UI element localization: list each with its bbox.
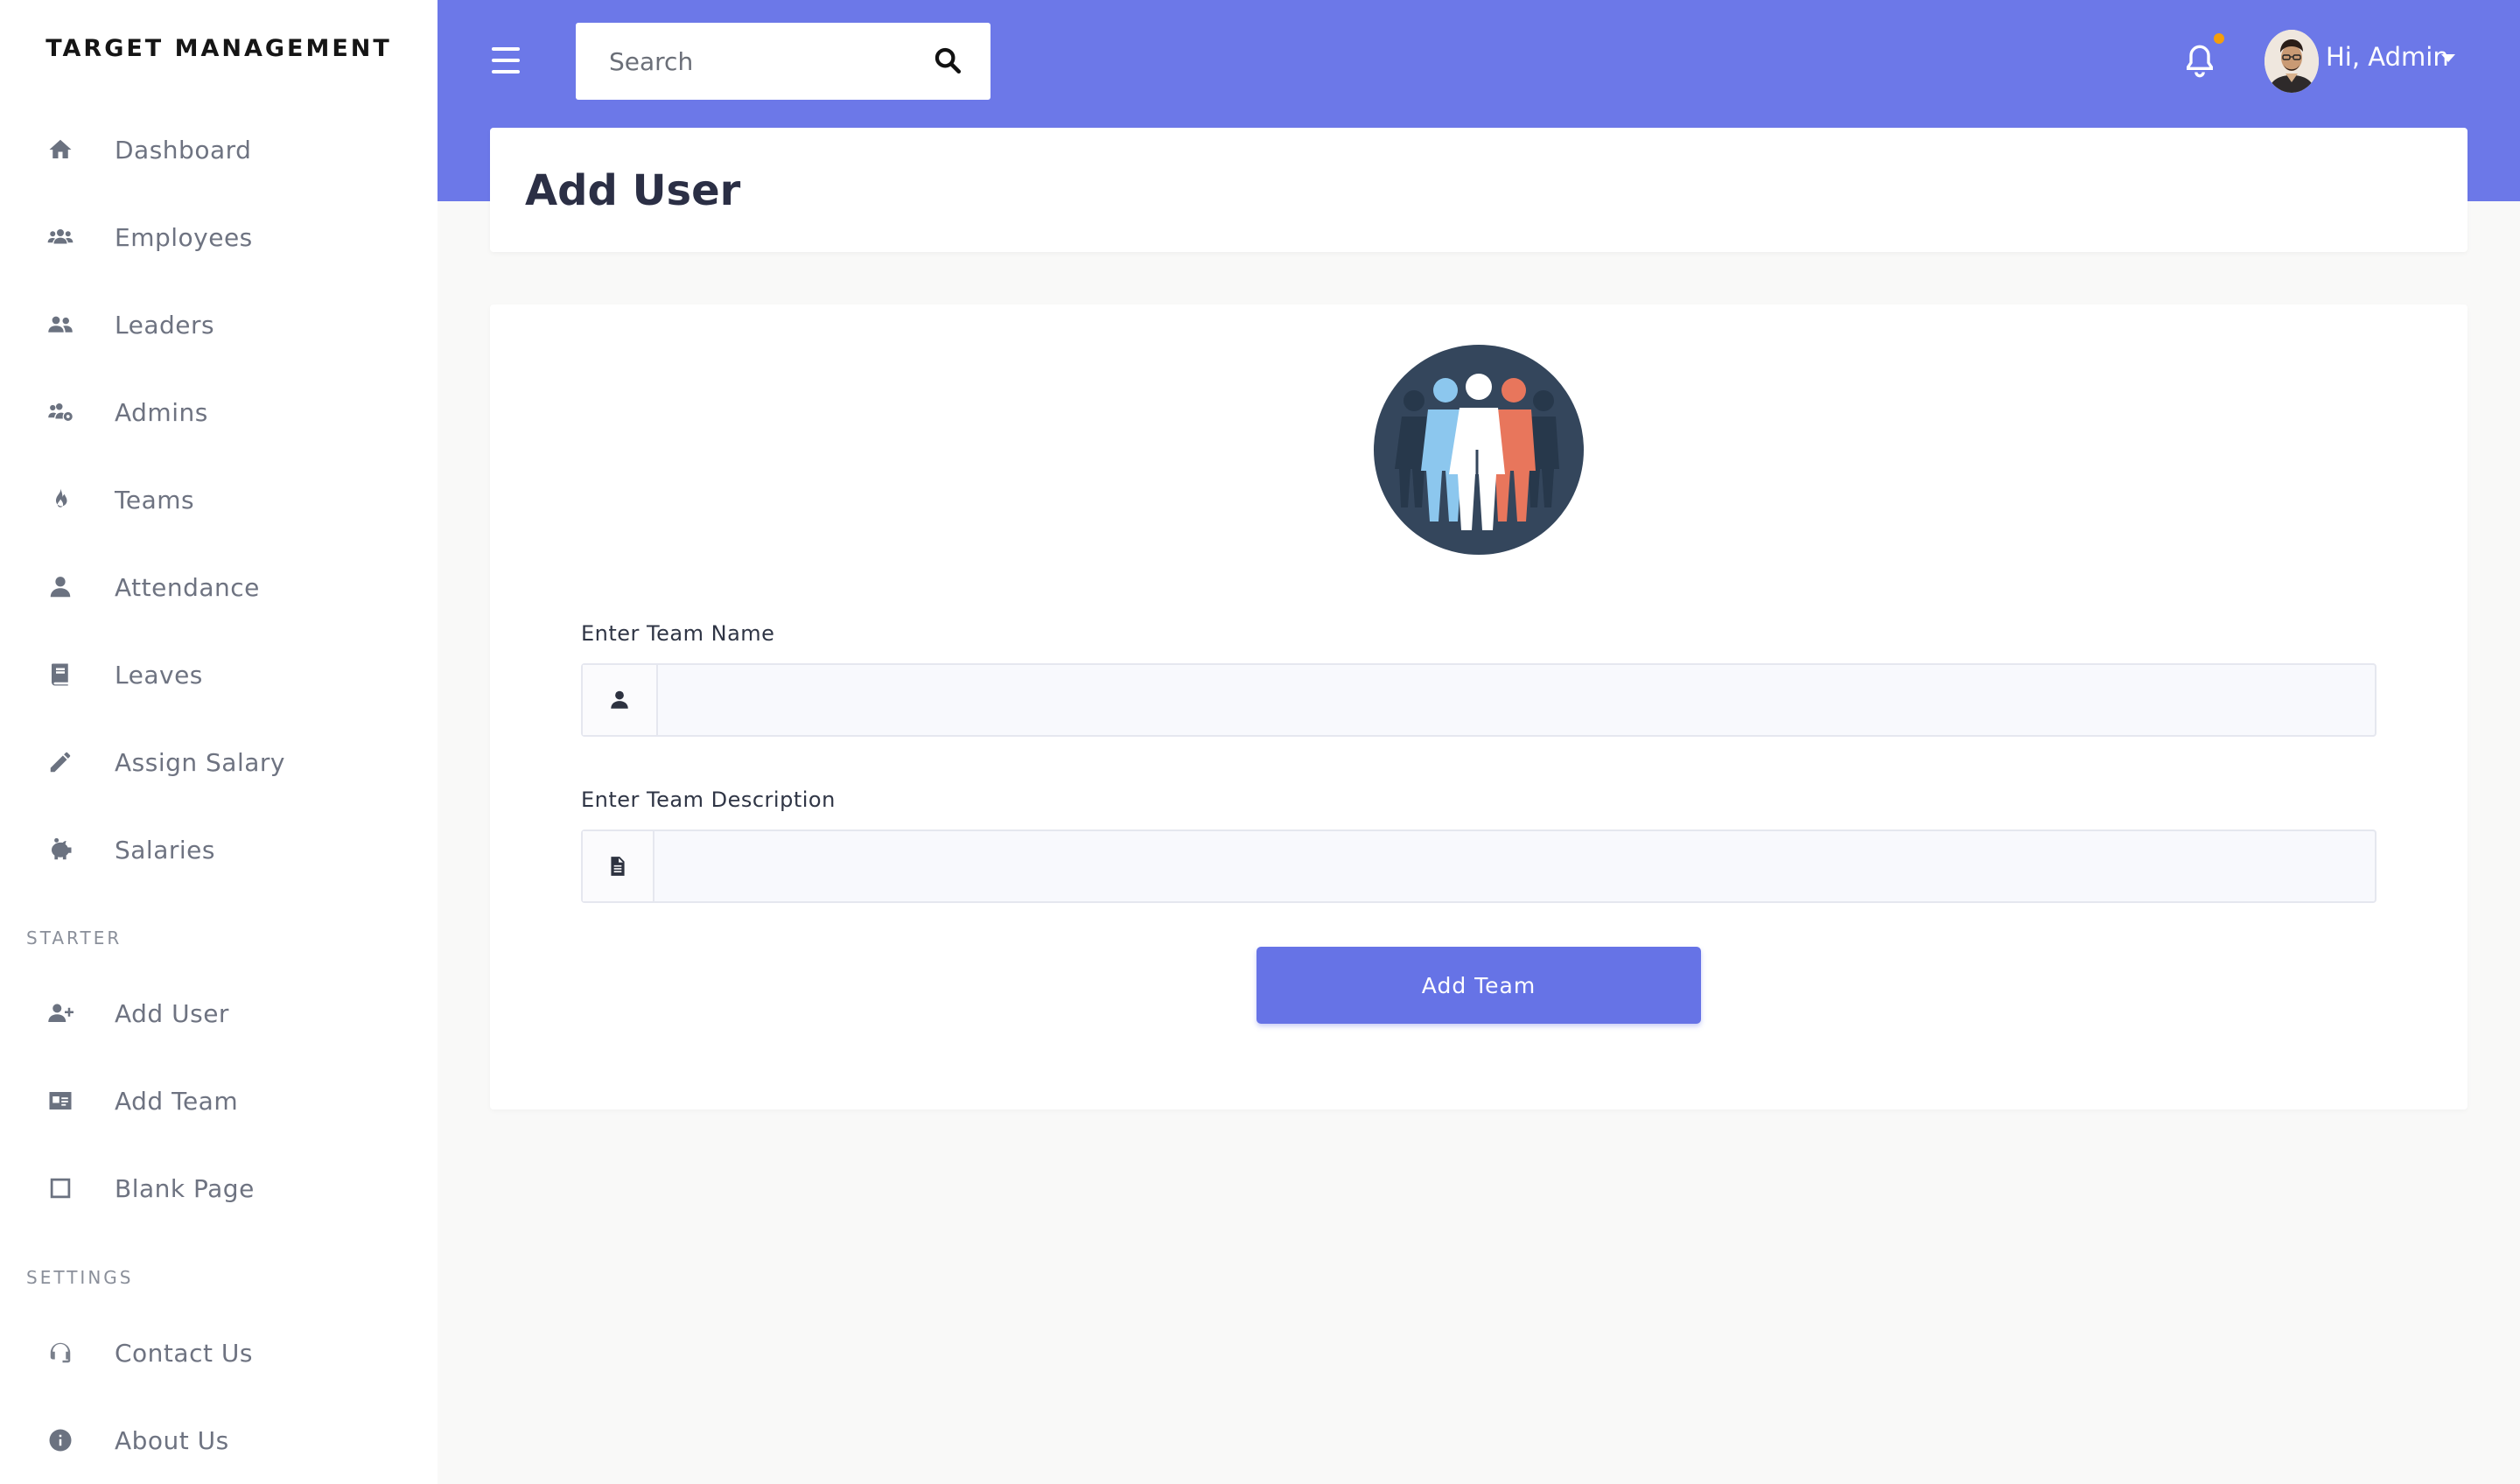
user-icon bbox=[46, 572, 75, 602]
sidebar: TARGET MANAGEMENT Dashboard Employees Le… bbox=[0, 0, 438, 1484]
search-input[interactable] bbox=[609, 35, 942, 88]
sidebar-item-attendance[interactable]: Attendance bbox=[0, 552, 438, 622]
square-icon bbox=[46, 1173, 75, 1203]
team-name-field bbox=[581, 663, 2376, 737]
sidebar-item-employees[interactable]: Employees bbox=[0, 202, 438, 272]
section-heading-starter: STARTER bbox=[26, 928, 122, 948]
search-icon[interactable] bbox=[933, 46, 962, 75]
headset-icon bbox=[46, 1338, 75, 1368]
sidebar-item-label: Leaves bbox=[115, 660, 203, 690]
sidebar-item-contact-us[interactable]: Contact Us bbox=[0, 1318, 438, 1388]
sidebar-item-label: Dashboard bbox=[115, 135, 252, 164]
sidebar-item-label: Teams bbox=[115, 485, 195, 514]
chevron-down-icon[interactable] bbox=[2441, 54, 2455, 62]
user-icon bbox=[611, 690, 628, 709]
sidebar-item-about-us[interactable]: About Us bbox=[0, 1405, 438, 1475]
team-description-field bbox=[581, 830, 2376, 903]
sidebar-item-admins[interactable]: Admins bbox=[0, 377, 438, 447]
file-alt-icon bbox=[611, 857, 625, 876]
bell-icon[interactable] bbox=[2182, 42, 2217, 80]
team-description-addon bbox=[583, 831, 654, 901]
sidebar-item-label: Assign Salary bbox=[115, 747, 285, 777]
sidebar-item-dashboard[interactable]: Dashboard bbox=[0, 115, 438, 185]
team-description-input[interactable] bbox=[654, 831, 2375, 901]
pencil-icon bbox=[46, 747, 75, 777]
sidebar-item-assign-salary[interactable]: Assign Salary bbox=[0, 727, 438, 797]
team-name-label: Enter Team Name bbox=[581, 621, 775, 646]
add-team-button[interactable]: Add Team bbox=[1256, 947, 1701, 1024]
fire-icon bbox=[46, 485, 75, 514]
notification-dot bbox=[2214, 33, 2224, 44]
page-title-card: Add User bbox=[490, 128, 2468, 252]
user-menu-label[interactable]: Hi, Admin bbox=[2326, 42, 2449, 72]
team-name-addon bbox=[583, 665, 658, 735]
add-team-form: Enter Team Name Enter Team Description A… bbox=[490, 304, 2468, 1110]
users-icon bbox=[46, 222, 75, 252]
sidebar-item-teams[interactable]: Teams bbox=[0, 465, 438, 535]
user-plus-icon bbox=[46, 998, 75, 1028]
team-name-input[interactable] bbox=[658, 665, 2375, 735]
sidebar-item-label: Attendance bbox=[115, 572, 260, 602]
sidebar-item-label: Employees bbox=[115, 222, 253, 252]
sidebar-item-label: About Us bbox=[115, 1425, 229, 1455]
avatar[interactable] bbox=[2264, 30, 2319, 93]
users-cog-icon bbox=[46, 397, 75, 427]
sidebar-item-label: Blank Page bbox=[115, 1173, 255, 1203]
sidebar-item-add-user[interactable]: Add User bbox=[0, 978, 438, 1048]
home-icon bbox=[46, 135, 75, 164]
piggy-bank-icon bbox=[46, 835, 75, 864]
sidebar-item-label: Contact Us bbox=[115, 1338, 253, 1368]
menu-toggle-icon[interactable] bbox=[492, 47, 520, 74]
team-logo-icon bbox=[1374, 345, 1584, 555]
sidebar-item-label: Admins bbox=[115, 397, 208, 427]
sidebar-item-label: Add User bbox=[115, 998, 229, 1028]
section-heading-settings: SETTINGS bbox=[26, 1267, 134, 1288]
sidebar-item-salaries[interactable]: Salaries bbox=[0, 815, 438, 885]
search-box bbox=[576, 23, 990, 100]
user-friends-icon bbox=[46, 310, 75, 340]
sidebar-item-leaders[interactable]: Leaders bbox=[0, 290, 438, 360]
sidebar-item-blank-page[interactable]: Blank Page bbox=[0, 1153, 438, 1223]
team-description-label: Enter Team Description bbox=[581, 788, 836, 812]
sidebar-item-leaves[interactable]: Leaves bbox=[0, 640, 438, 710]
id-card-icon bbox=[46, 1086, 75, 1116]
sidebar-item-label: Salaries bbox=[115, 835, 215, 864]
book-icon bbox=[46, 660, 75, 690]
info-circle-icon bbox=[46, 1425, 75, 1455]
brand-title: TARGET MANAGEMENT bbox=[46, 35, 392, 62]
page-title: Add User bbox=[525, 166, 741, 215]
sidebar-item-add-team[interactable]: Add Team bbox=[0, 1066, 438, 1136]
sidebar-item-label: Leaders bbox=[115, 310, 215, 340]
sidebar-item-label: Add Team bbox=[115, 1086, 239, 1116]
